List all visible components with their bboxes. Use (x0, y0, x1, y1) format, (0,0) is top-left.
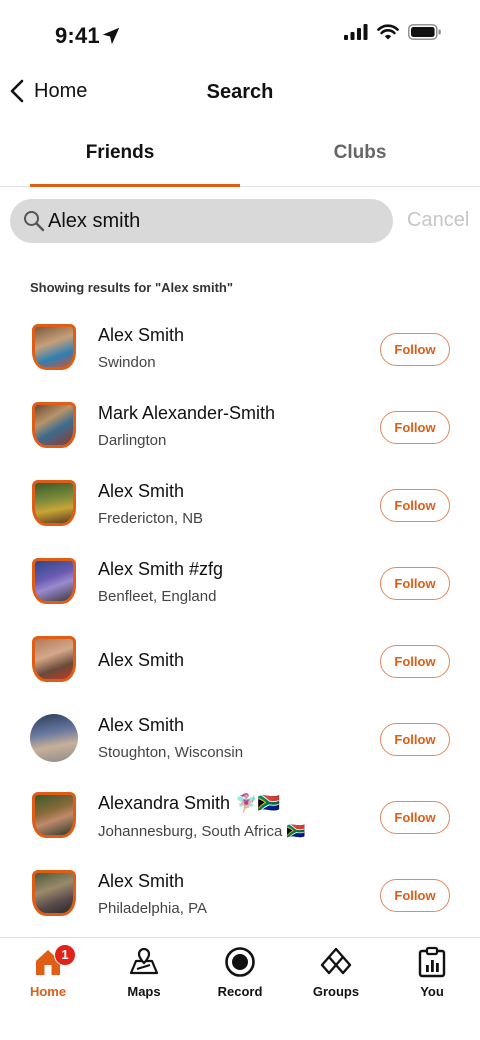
user-name[interactable]: Alex Smith (98, 325, 184, 346)
user-location: Benfleet, England (98, 588, 217, 605)
user-location: Fredericton, NB (98, 510, 204, 527)
tab-bar-record[interactable]: Record (192, 944, 288, 999)
avatar[interactable] (30, 792, 78, 840)
tab-bar-home[interactable]: 1 Home (0, 944, 96, 999)
tab-bar-label: Home (29, 984, 67, 999)
search-box (10, 199, 393, 243)
user-name[interactable]: Alex Smith (98, 650, 184, 671)
tab-bar-groups[interactable]: Groups (288, 944, 384, 999)
user-location: Darlington (98, 432, 167, 449)
tab-friends[interactable]: Friends (0, 125, 240, 187)
wifi-icon (377, 24, 399, 40)
status-bar: 9:41 (0, 0, 480, 70)
tab-bar-you[interactable]: You (384, 944, 480, 999)
list-item[interactable]: Alex Smith Philadelphia, PA Follow (0, 856, 480, 934)
user-name[interactable]: Alex Smith (98, 481, 184, 502)
tab-bar-label: Record (217, 984, 263, 999)
follow-button[interactable]: Follow (380, 801, 450, 834)
results-list: Alex Smith Swindon Follow Mark Alexander… (0, 310, 480, 934)
location-arrow-icon (102, 27, 120, 45)
tab-bar-label: Groups (312, 984, 360, 999)
status-icons (344, 24, 442, 40)
avatar[interactable] (30, 324, 78, 372)
search-icon (24, 211, 45, 232)
follow-button[interactable]: Follow (380, 723, 450, 756)
follow-button[interactable]: Follow (380, 333, 450, 366)
list-item[interactable]: Alex Smith Fredericton, NB Follow (0, 466, 480, 544)
list-item[interactable]: Mark Alexander-Smith Darlington Follow (0, 388, 480, 466)
tab-bar-label: You (420, 984, 444, 999)
user-name[interactable]: Mark Alexander-Smith (98, 403, 275, 424)
clipboard-icon (418, 946, 446, 978)
user-location: Stoughton, Wisconsin (98, 744, 244, 761)
list-item[interactable]: Alex Smith #zfg Benfleet, England Follow (0, 544, 480, 622)
avatar[interactable] (30, 636, 78, 684)
battery-icon (408, 24, 441, 40)
tab-bar-label: Maps (127, 984, 161, 999)
user-name[interactable]: Alex Smith (98, 871, 184, 892)
list-item[interactable]: Alex Smith Stoughton, Wisconsin Follow (0, 700, 480, 778)
avatar[interactable] (30, 402, 78, 450)
status-time: 9:41 (55, 23, 100, 48)
tab-clubs[interactable]: Clubs (240, 125, 480, 187)
groups-icon (320, 947, 352, 975)
user-location: Swindon (98, 354, 156, 371)
cellular-signal-icon (344, 24, 368, 40)
cancel-button[interactable]: Cancel (407, 209, 469, 232)
avatar[interactable] (30, 714, 78, 762)
page-title: Search (206, 81, 274, 103)
record-icon (225, 947, 255, 977)
list-item[interactable]: Alex Smith Swindon Follow (0, 310, 480, 388)
list-item[interactable]: Alexandra Smith 🧚🏼‍♀️🇿🇦 Johannesburg, So… (0, 778, 480, 856)
follow-button[interactable]: Follow (380, 645, 450, 678)
list-item[interactable]: Alex Smith Follow (0, 622, 480, 700)
user-name[interactable]: Alex Smith #zfg (98, 559, 223, 580)
avatar[interactable] (30, 480, 78, 528)
avatar[interactable] (30, 558, 78, 606)
follow-button[interactable]: Follow (380, 879, 450, 912)
user-location: Philadelphia, PA (98, 900, 207, 917)
bottom-tab-bar: 1 Home Maps Record Groups You (0, 937, 480, 1040)
results-caption: Showing results for "Alex smith" (30, 280, 234, 295)
user-name[interactable]: Alex Smith (98, 715, 184, 736)
active-tab-indicator (30, 184, 240, 187)
notification-badge: 1 (54, 944, 76, 966)
search-row: Cancel (10, 199, 470, 243)
follow-button[interactable]: Follow (380, 567, 450, 600)
user-location: Johannesburg, South Africa 🇿🇦 (98, 823, 306, 840)
tab-bar-maps[interactable]: Maps (96, 944, 192, 999)
nav-bar: Home Search (0, 70, 480, 116)
search-input[interactable] (48, 199, 378, 243)
user-name[interactable]: Alexandra Smith 🧚🏼‍♀️🇿🇦 (98, 793, 280, 814)
follow-button[interactable]: Follow (380, 489, 450, 522)
avatar[interactable] (30, 870, 78, 918)
map-icon (129, 947, 159, 975)
segment-tabs: Friends Clubs (0, 125, 480, 187)
follow-button[interactable]: Follow (380, 411, 450, 444)
